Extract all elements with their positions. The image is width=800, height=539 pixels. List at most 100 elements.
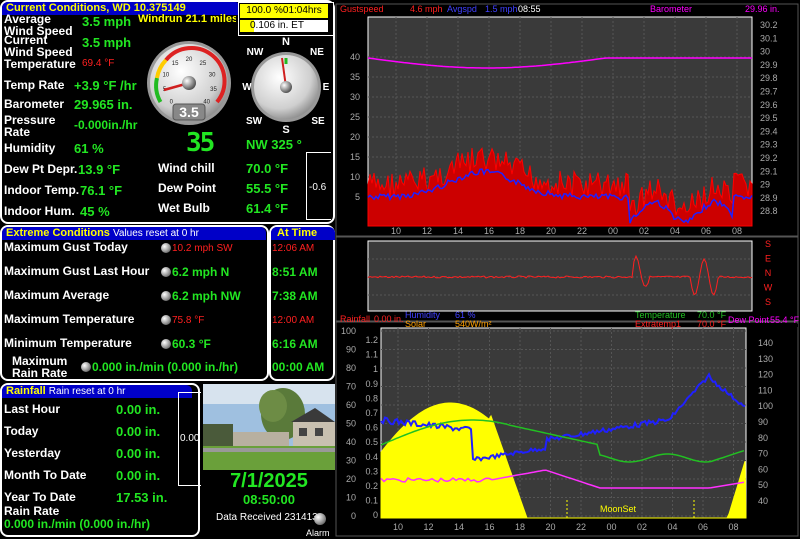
rain-today-label: Today [4,424,39,438]
wind-speed-gauge: 0510152025303540 3.5 [147,41,231,125]
graph3-x-tick: 20 [545,522,555,532]
extreme-row-label: Maximum Gust Today [4,240,128,254]
baro-label: Barometer [4,97,65,111]
wind-dir-value: NW 325 ° [246,137,302,152]
graph1-right-tick: 29.4 [760,126,778,136]
graph3-left-tick: 50 [346,419,356,429]
graph1-right-tick: 29.2 [760,153,778,163]
windchill-label: Wind chill [158,161,215,175]
rain-rate-value: 0.000 in./min (0.000 in./hr) [4,517,151,531]
max-rain-led [81,362,91,372]
gauge-tick-label: 10 [163,72,170,78]
extreme-row-time: 7:38 AM [272,289,318,303]
indoor-temp-label: Indoor Temp. [4,183,80,197]
et-bottom-label: 0.106 in. ET [250,20,304,31]
extreme-row-label: Maximum Average [4,288,110,302]
graph1-x-tick: 22 [577,226,587,236]
wind-dir-digits: 35 [186,128,215,158]
graph3-solar-value: 540W/m² [455,319,492,329]
graph3-x-tick: 12 [423,522,433,532]
graph3-dew-label: Dew Point [728,315,770,325]
graph1-x-tick: 20 [546,226,556,236]
graph3-right-tick: 80 [758,433,768,443]
graph1-x-tick: 18 [515,226,525,236]
alarm-label[interactable]: Alarm [306,528,330,538]
graph3-right-tick: 70 [758,449,768,459]
moonset-label: MoonSet [600,504,637,514]
extreme-row-value: 6.2 mph NW [172,289,241,303]
gauge-hub [182,76,196,90]
graph3-right-tick: 40 [758,496,768,506]
rain-yesterday-value: 0.00 in. [116,446,161,461]
graph3-x-tick: 08 [728,522,738,532]
webcam-image [203,384,335,470]
graph2-plot [367,240,753,312]
extreme-row-time: 8:51 AM [272,265,318,279]
gauge-digital-value: 3.5 [179,104,199,120]
graph3-x-tick: 10 [393,522,403,532]
graph3-right-tick: 120 [758,370,773,380]
graph1-left-tick: 20 [350,132,360,142]
graph3-rain-label: Rainfall [340,314,370,324]
graph2-direction-label: E [765,254,771,264]
graph1-right-tick: 29 [760,180,770,190]
extreme-title-bar: Extreme Conditions Values reset at 0 hr [2,227,266,240]
graph1-x-tick: 00 [608,226,618,236]
graph3-left-tick: 0 [351,511,356,521]
graph1-baro-value: 29.96 in. [745,4,780,14]
graph2-direction-label: N [765,268,772,278]
compass-sw: SW [246,116,263,127]
dewpoint-value: 55.5 °F [246,181,289,196]
at-time-title: At Time [271,227,335,240]
alarm-led[interactable] [314,513,326,525]
windrun-value: Windrun 21.1 miles [138,13,236,25]
graph1-left-tick: 25 [350,112,360,122]
graph1-right-tick: 29.7 [760,87,778,97]
graph3-left-tick: 30 [346,456,356,466]
graph1-right-tick: 29.1 [760,166,778,176]
extreme-subtitle: Values reset at 0 hr [112,228,199,239]
data-received: Data Received 231413 [216,512,318,523]
graph1-x-tick: 02 [639,226,649,236]
graph2-direction-label: S [765,239,771,249]
graph3-right-tick: 140 [758,338,773,348]
graph3-rain-value: 0.00 in. [374,314,404,324]
rain-month-label: Month To Date [4,468,87,482]
rainfall-subtitle: Rain reset at 0 hr [48,386,126,397]
graph3-x-tick: 02 [637,522,647,532]
graph1-time: 08:55 [518,4,541,14]
rain-month-value: 0.00 in. [116,468,161,483]
graph1-right-tick: 28.9 [760,193,778,203]
graph3-right-tick: 50 [758,480,768,490]
graph3-x-tick: 22 [576,522,586,532]
graph3-x-tick: 04 [667,522,677,532]
cur-wind-label: Current Wind Speed [4,33,73,59]
footer-date: 7/1/2025 [230,470,308,492]
graph3-extra-value: 70.0 °F [697,319,727,329]
graph3-left-tick: 80 [346,363,356,373]
graph1-right-tick: 29.6 [760,100,778,110]
temp-value: 69.4 °F [82,58,115,69]
extreme-row-value: 75.8 °F [172,315,205,326]
windchill-value: 70.0 °F [246,161,289,176]
wind-compass: N NW NE W E SW SE S [242,36,329,134]
extreme-row-led [161,291,171,301]
graph1-right-tick: 29.3 [760,140,778,150]
cur-wind-value: 3.5 mph [82,35,132,50]
compass-s: S [282,124,289,134]
dewdepr-label: Dew Pt Depr. [4,162,78,176]
indoor-hum-label: Indoor Hum. [4,204,75,218]
graph1-x-tick: 10 [391,226,401,236]
dewpoint-label: Dew Point [158,181,217,195]
gauge-tick-label: 30 [209,72,216,78]
press-rate-label: Pressure Rate [4,113,56,139]
rain-today-value: 0.00 in. [116,424,161,439]
graph3-left-tick: 100 [341,326,356,336]
extreme-title: Extreme Conditions [6,227,110,239]
et-top: 100.0 %01:04hrs [240,4,328,18]
graph3-right-tick: 100 [758,401,773,411]
extreme-row-led [161,315,171,325]
graph1-left-tick: 40 [350,52,360,62]
extreme-row-label: Maximum Temperature [4,312,135,326]
gauge-tick-label: 20 [186,57,193,63]
